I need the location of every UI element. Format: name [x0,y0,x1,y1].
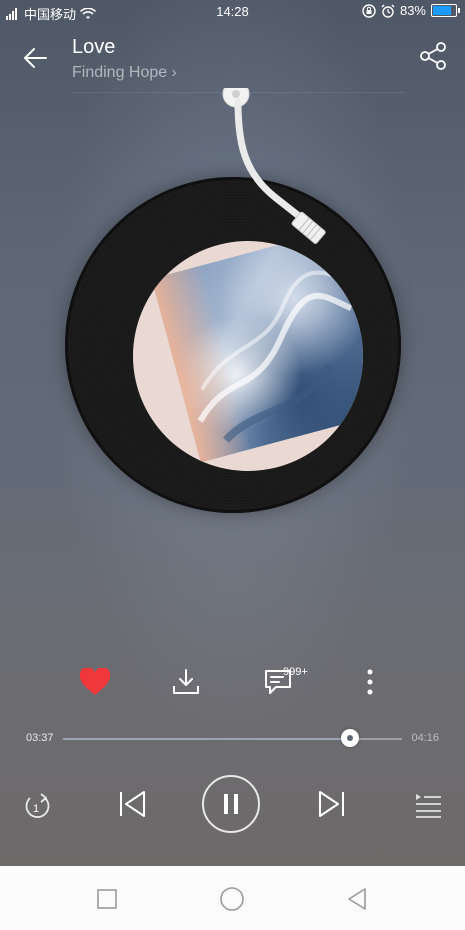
previous-button[interactable] [114,786,150,822]
download-icon [173,669,199,694]
album-cover-image [151,241,363,463]
battery-percent: 83% [399,3,426,18]
svg-text:1: 1 [33,803,39,815]
recents-button[interactable] [92,884,122,914]
play-pause-button[interactable] [202,775,260,833]
battery-icon [431,4,460,17]
seek-handle[interactable] [341,729,360,747]
heart-icon [79,668,111,695]
skip-next-icon [319,791,344,817]
action-row [0,660,465,710]
header: Love Finding Hope › [0,24,465,92]
alarm-icon [381,4,395,18]
like-button[interactable] [73,660,117,704]
album-art-label [133,241,363,471]
home-button[interactable] [217,884,247,914]
artist-link[interactable]: Finding Hope › [72,64,177,82]
repeat-one-icon: 1 [25,793,50,818]
status-bar: 中国移动 14:28 83% [0,0,465,24]
more-options-button[interactable] [348,660,392,704]
skip-previous-icon [120,791,145,817]
triangle-back-icon [348,888,366,910]
playlist-button[interactable] [410,788,446,822]
download-button[interactable] [164,660,208,704]
seek-bar-played [63,738,351,740]
repeat-button[interactable]: 1 [20,788,54,822]
playback-controls: 1 [0,770,465,840]
player-screen: 中国移动 14:28 83% Love Finding Hope › 999+ … [0,0,465,866]
pause-icon [224,794,238,814]
system-back-button[interactable] [342,884,372,914]
more-vertical-icon [367,669,373,695]
chevron-right-icon: › [171,64,177,81]
progress-section: 03:37 04:16 [0,724,465,754]
artist-name: Finding Hope [72,64,168,81]
comments-count-badge: 999+ [283,666,308,678]
system-nav-bar [0,866,465,930]
circle-icon [220,887,244,911]
next-button[interactable] [314,786,350,822]
rotation-lock-icon [362,3,376,18]
elapsed-time: 03:37 [26,732,54,744]
song-title: Love [72,36,116,58]
playlist-icon [416,794,441,818]
share-icon[interactable] [415,38,451,74]
back-arrow-icon[interactable] [18,40,54,76]
square-icon [97,889,117,909]
tonearm [222,88,326,244]
total-time: 04:16 [411,732,439,744]
